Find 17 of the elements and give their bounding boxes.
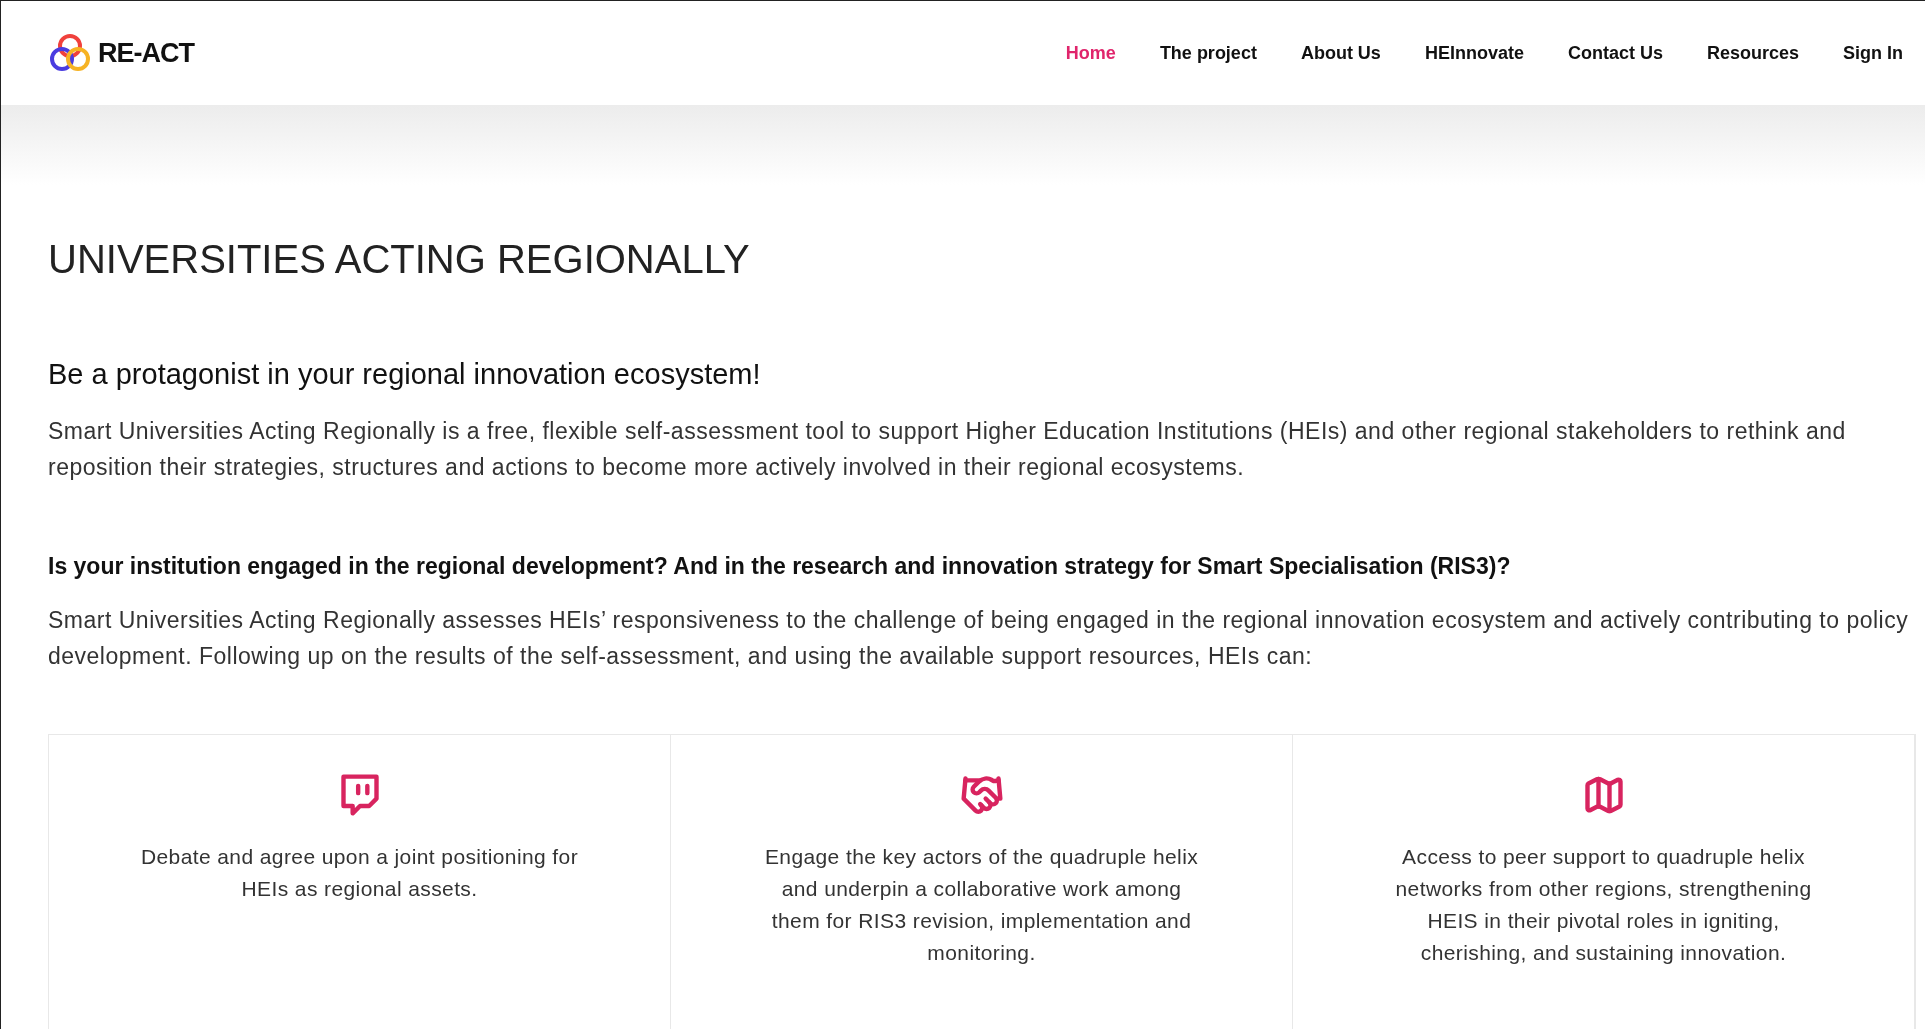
card-text: Engage the key actors of the quadruple helix and underpin a collaborative work among them for RIS3 revision, implementation and monitoring. bbox=[763, 844, 1200, 966]
nav-link[interactable]: HEInnovate bbox=[1402, 42, 1546, 64]
nav-link[interactable]: About Us bbox=[1278, 42, 1403, 64]
nav-link[interactable]: Contact Us bbox=[1545, 42, 1685, 64]
nav-link[interactable]: Resources bbox=[1684, 42, 1821, 64]
intro-paragraph: Smart Universities Acting Regionally is a free, flexible self-assessment tool to support Higher Education Institutions (HEIs) and other regional stakeholders to rethink and reposition their strategies, structures and actions to become more actively involved in their regional ecosystems. bbox=[48, 417, 1847, 482]
nav-link[interactable]: Sign In bbox=[1821, 42, 1925, 64]
logo-text: RE-ACT bbox=[98, 37, 194, 69]
page-subtitle: Be a protagonist in your regional innovation ecosystem! bbox=[48, 358, 762, 391]
nav-link[interactable]: Home bbox=[1043, 42, 1138, 64]
description-paragraph: Smart Universities Acting Regionally assesses HEIs’ responsiveness to the challenge of being engaged in the regional innovation ecosystem and actively contributing to policy development. Following up on the results of the self-assessment, and using the available support resources, HEIs can: bbox=[48, 606, 1910, 671]
question-heading: Is your institution engaged in the regional development? And in the research and innovation strategy for Smart Specialisation (RIS3)? bbox=[48, 553, 1512, 580]
card-text: Access to peer support to quadruple helix networks from other regions, strengthening HEIS in their pivotal roles in igniting, cherishing, and sustaining innovation. bbox=[1394, 844, 1813, 966]
page-title: UNIVERSITIES ACTING REGIONALLY bbox=[48, 237, 751, 282]
handshake-icon bbox=[959, 773, 1004, 817]
card-text: Debate and agree upon a joint positioning for HEIs as regional assets. bbox=[139, 844, 580, 902]
nav-link[interactable]: The project bbox=[1137, 42, 1279, 64]
